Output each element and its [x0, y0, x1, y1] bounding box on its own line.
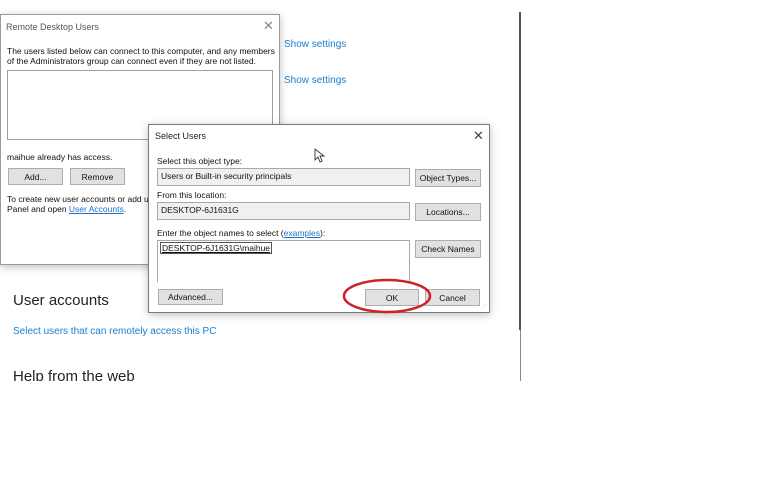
footer-line1: To create new user accounts or add use [7, 194, 158, 204]
footer-line2: Panel and open User Accounts. [7, 204, 126, 214]
remove-button[interactable]: Remove [70, 168, 125, 185]
location-label: From this location: [157, 190, 227, 200]
mouse-cursor-icon [314, 148, 326, 163]
check-names-button[interactable]: Check Names [415, 240, 481, 258]
locations-button[interactable]: Locations... [415, 203, 481, 221]
close-icon[interactable]: ✕ [263, 19, 274, 32]
object-type-label: Select this object type: [157, 156, 243, 166]
dialog-title: Remote Desktop Users [6, 22, 100, 32]
object-type-field: Users or Built-in security principals [157, 168, 410, 186]
description: The users listed below can connect to th… [7, 46, 275, 66]
object-types-button[interactable]: Object Types... [415, 169, 481, 187]
resize-grip-icon[interactable]: ⋰ [481, 303, 487, 310]
names-value: DESKTOP-6J1631G\maihue [160, 242, 273, 254]
user-accounts-heading: User accounts [13, 292, 109, 309]
footer-prefix: Panel and open [7, 204, 69, 214]
dialog-title: Select Users [155, 131, 207, 141]
add-button[interactable]: Add... [8, 168, 63, 185]
highlight-ellipse [342, 278, 432, 314]
user-accounts-link[interactable]: User Accounts [69, 204, 124, 214]
location-field: DESKTOP-6J1631G [157, 202, 410, 220]
names-label-text: Enter the object names to select ( [157, 228, 284, 238]
show-settings-link-2[interactable]: Show settings [284, 75, 346, 86]
remote-access-link[interactable]: Select users that can remotely access th… [13, 326, 216, 337]
examples-link[interactable]: examples [284, 228, 320, 238]
footer-suffix: . [123, 204, 127, 214]
divider [520, 330, 521, 381]
close-icon[interactable]: ✕ [473, 129, 484, 142]
names-label-suffix: ): [320, 228, 326, 238]
highlight-circle [342, 278, 432, 314]
show-settings-link-1[interactable]: Show settings [284, 39, 346, 50]
scrollbar[interactable] [519, 12, 521, 330]
help-heading: Help from the web [13, 368, 135, 381]
access-text: maihue already has access. [7, 152, 113, 162]
names-label: Enter the object names to select (exampl… [157, 228, 325, 238]
help-heading-clip: Help from the web [0, 366, 520, 381]
advanced-button[interactable]: Advanced... [158, 289, 223, 305]
